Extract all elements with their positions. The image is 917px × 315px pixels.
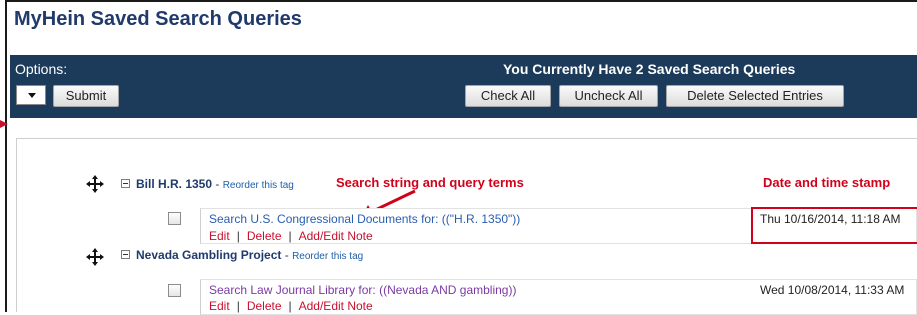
tag-name: Nevada Gambling Project [136, 248, 282, 262]
collapse-icon[interactable] [121, 250, 130, 259]
edit-link[interactable]: Edit [209, 299, 230, 313]
tag-name: Bill H.R. 1350 [136, 177, 213, 191]
add-edit-note-link[interactable]: Add/Edit Note [299, 229, 373, 243]
action-divider: | [236, 299, 240, 313]
tag-separator: - [281, 248, 293, 262]
add-edit-note-link[interactable]: Add/Edit Note [299, 299, 373, 313]
move-icon[interactable] [86, 248, 104, 266]
frame-border-left [5, 0, 7, 312]
tag-separator: - [212, 177, 223, 191]
query-link[interactable]: Search U.S. Congressional Documents for:… [209, 212, 520, 226]
collapse-icon[interactable] [121, 179, 130, 188]
options-toolbar: Options: You Currently Have 2 Saved Sear… [10, 55, 917, 118]
annotation-search-string: Search string and query terms [336, 175, 524, 190]
delete-link[interactable]: Delete [247, 229, 282, 243]
chevron-down-icon [28, 93, 36, 98]
pointer-arrow-icon [0, 120, 8, 128]
action-divider: | [236, 229, 240, 243]
delete-selected-button[interactable]: Delete Selected Entries [666, 85, 844, 107]
annotation-date-stamp: Date and time stamp [763, 175, 891, 190]
frame-border-top [5, 0, 917, 2]
tag-bill-hr-1350: Bill H.R. 1350 - Reorder this tag [136, 177, 294, 191]
date-stamp: Wed 10/08/2014, 11:33 AM [760, 283, 905, 297]
entry-actions: Edit | Delete | Add/Edit Note [209, 229, 373, 243]
action-divider: | [288, 299, 292, 313]
date-highlight-box [751, 207, 917, 244]
saved-query-count: You Currently Have 2 Saved Search Querie… [503, 61, 796, 77]
submit-button[interactable]: Submit [53, 85, 119, 107]
reorder-tag-link[interactable]: Reorder this tag [292, 251, 363, 262]
entry-actions: Edit | Delete | Add/Edit Note [209, 299, 373, 313]
delete-link[interactable]: Delete [247, 299, 282, 313]
action-divider: | [288, 229, 292, 243]
edit-link[interactable]: Edit [209, 229, 230, 243]
entry-checkbox[interactable] [168, 284, 181, 297]
tag-nevada-gambling-project: Nevada Gambling Project - Reorder this t… [136, 248, 363, 262]
move-icon[interactable] [86, 175, 104, 193]
options-label: Options: [15, 61, 68, 77]
uncheck-all-button[interactable]: Uncheck All [559, 85, 658, 107]
entry-checkbox[interactable] [168, 212, 181, 225]
page-title: MyHein Saved Search Queries [14, 8, 302, 30]
reorder-tag-link[interactable]: Reorder this tag [223, 180, 294, 191]
check-all-button[interactable]: Check All [465, 85, 551, 107]
query-link[interactable]: Search Law Journal Library for: ((Nevada… [209, 283, 516, 297]
options-select[interactable] [16, 85, 46, 105]
